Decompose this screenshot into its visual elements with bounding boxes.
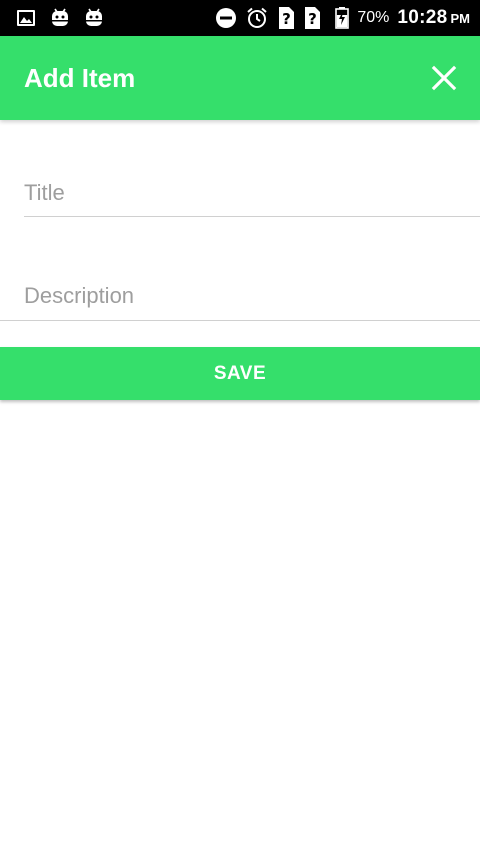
status-clock: 10:28 (397, 7, 448, 28)
app-bar: Add Item (0, 36, 480, 120)
status-bar: ? ? 70% 10:28 PM (0, 0, 480, 36)
battery-charging-icon (335, 7, 350, 29)
image-notification-icon (16, 8, 36, 28)
close-button[interactable] (428, 62, 460, 94)
status-bar-system: ? ? 70% 10:28 PM (207, 6, 470, 30)
battery-percent: 70% (357, 9, 390, 26)
alarm-icon (245, 6, 269, 30)
description-input[interactable] (0, 272, 480, 320)
status-clock-ampm: PM (450, 10, 471, 26)
status-bar-notifications (16, 8, 118, 28)
save-button[interactable]: SAVE (0, 347, 480, 400)
description-field (0, 272, 480, 321)
unknown-sim-icon: ? (277, 6, 295, 30)
unknown-sim-icon: ? (303, 6, 321, 30)
title-field (0, 170, 480, 217)
svg-text:?: ? (309, 10, 318, 28)
title-input[interactable] (0, 170, 480, 216)
close-icon (431, 65, 457, 91)
page-title: Add Item (24, 62, 136, 93)
do-not-disturb-icon (215, 7, 237, 29)
android-notification-icon (50, 8, 70, 28)
svg-text:?: ? (283, 10, 292, 28)
description-underline (0, 320, 480, 321)
android-notification-icon (84, 8, 104, 28)
title-underline (24, 216, 480, 217)
